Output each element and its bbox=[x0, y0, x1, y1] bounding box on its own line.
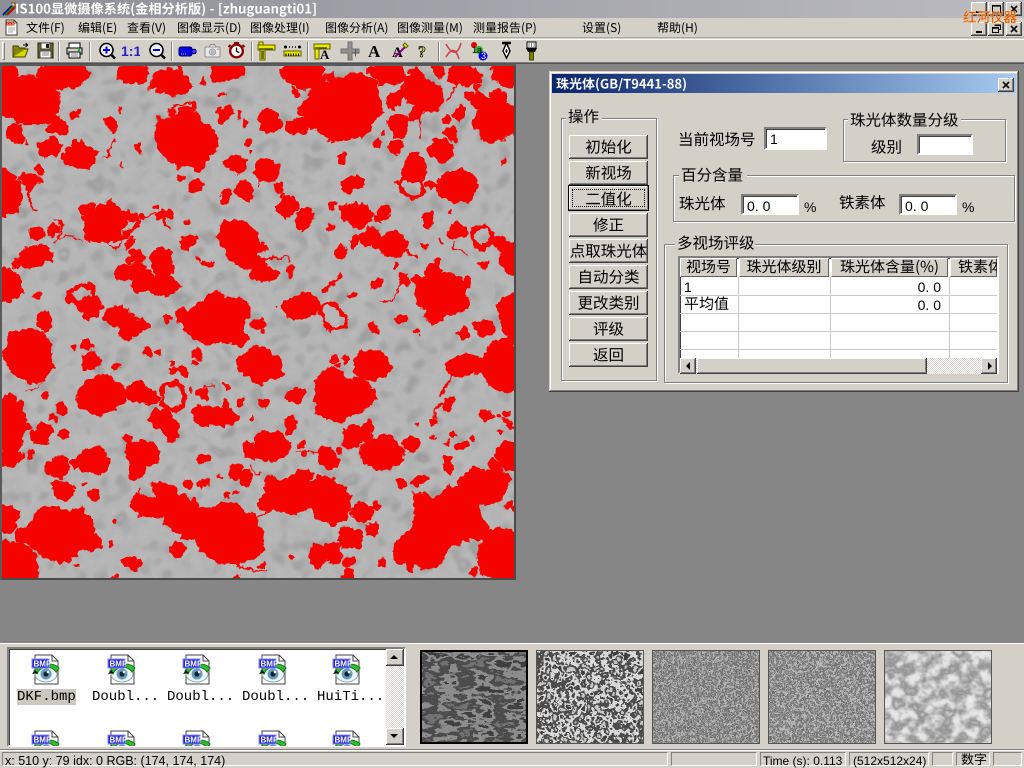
svg-text:A: A bbox=[392, 45, 403, 61]
svg-text:3: 3 bbox=[481, 51, 486, 61]
svg-text:A: A bbox=[368, 42, 381, 61]
svg-text:1:1: 1:1 bbox=[121, 43, 140, 59]
svg-text:DOC: DOC bbox=[7, 21, 16, 26]
svg-text:A: A bbox=[320, 47, 330, 61]
svg-text:?: ? bbox=[418, 44, 426, 61]
